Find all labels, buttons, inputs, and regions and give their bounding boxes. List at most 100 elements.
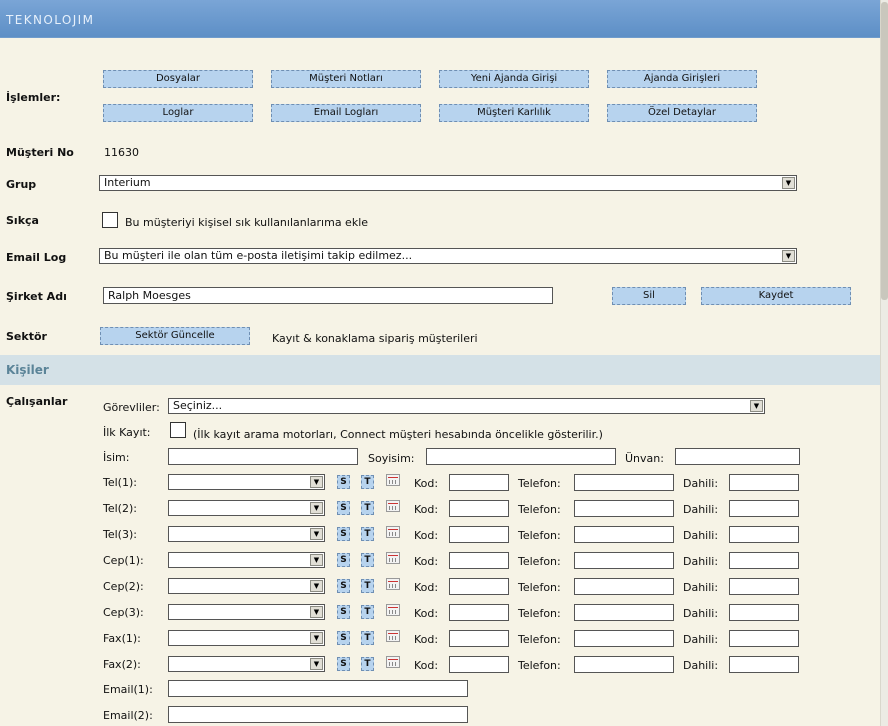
calendar-icon[interactable] <box>386 552 400 564</box>
telefon-input[interactable] <box>574 604 674 621</box>
grup-select-value: Interium <box>104 176 151 189</box>
calendar-icon[interactable] <box>386 604 400 616</box>
telefon-input[interactable] <box>574 630 674 647</box>
phone-type-select[interactable]: ▼ <box>168 604 325 620</box>
dahili-input[interactable] <box>729 552 799 569</box>
calendar-icon[interactable] <box>386 526 400 538</box>
telefon-input[interactable] <box>574 552 674 569</box>
t-button[interactable]: T <box>361 553 374 567</box>
unvan-input[interactable] <box>675 448 800 465</box>
chevron-down-icon[interactable]: ▼ <box>310 502 323 514</box>
s-button[interactable]: S <box>337 501 350 515</box>
kod-input[interactable] <box>449 578 509 595</box>
sektor-value: Kayıt & konaklama sipariş müşterileri <box>272 332 478 345</box>
save-button[interactable]: Kaydet <box>701 287 851 305</box>
ozel-detaylar-button[interactable]: Özel Detaylar <box>607 104 757 122</box>
phone-type-select[interactable]: ▼ <box>168 656 325 672</box>
calendar-icon[interactable] <box>386 656 400 668</box>
kod-input[interactable] <box>449 474 509 491</box>
calendar-icon[interactable] <box>386 630 400 642</box>
s-button[interactable]: S <box>337 657 350 671</box>
gorevliler-select[interactable]: Seçiniz... ▼ <box>168 398 765 414</box>
kod-label: Kod: <box>414 529 439 542</box>
musteri-karlilik-button[interactable]: Müşteri Karlılık <box>439 104 589 122</box>
phone-type-select[interactable]: ▼ <box>168 552 325 568</box>
t-button[interactable]: T <box>361 579 374 593</box>
calendar-icon[interactable] <box>386 578 400 590</box>
kod-input[interactable] <box>449 656 509 673</box>
dahili-input[interactable] <box>729 656 799 673</box>
dahili-input[interactable] <box>729 604 799 621</box>
email-1-input[interactable] <box>168 680 468 697</box>
dahili-label: Dahili: <box>683 659 719 672</box>
calendar-icon[interactable] <box>386 474 400 486</box>
chevron-down-icon[interactable]: ▼ <box>310 606 323 618</box>
t-button[interactable]: T <box>361 605 374 619</box>
company-name-input[interactable]: Ralph Moesges <box>103 287 553 304</box>
chevron-down-icon[interactable]: ▼ <box>310 580 323 592</box>
phone-type-select[interactable]: ▼ <box>168 500 325 516</box>
chevron-down-icon[interactable]: ▼ <box>310 658 323 670</box>
phone-type-select[interactable]: ▼ <box>168 630 325 646</box>
dahili-label: Dahili: <box>683 607 719 620</box>
isim-input[interactable] <box>168 448 358 465</box>
kod-input[interactable] <box>449 630 509 647</box>
musteri-notlari-button[interactable]: Müşteri Notları <box>271 70 421 88</box>
chevron-down-icon[interactable]: ▼ <box>750 400 763 412</box>
email-log-label: Email Log <box>6 251 67 264</box>
delete-button[interactable]: Sil <box>612 287 686 305</box>
dahili-input[interactable] <box>729 630 799 647</box>
telefon-input[interactable] <box>574 500 674 517</box>
s-button[interactable]: S <box>337 579 350 593</box>
favorite-checkbox[interactable] <box>102 212 118 228</box>
chevron-down-icon[interactable]: ▼ <box>782 177 795 189</box>
kod-input[interactable] <box>449 500 509 517</box>
soyisim-input[interactable] <box>426 448 616 465</box>
yeni-ajanda-girisi-button[interactable]: Yeni Ajanda Girişi <box>439 70 589 88</box>
ilk-kayit-checkbox[interactable] <box>170 422 186 438</box>
t-button[interactable]: T <box>361 527 374 541</box>
t-button[interactable]: T <box>361 657 374 671</box>
dahili-input[interactable] <box>729 500 799 517</box>
telefon-input[interactable] <box>574 474 674 491</box>
kod-input[interactable] <box>449 552 509 569</box>
musteri-no-value: 11630 <box>104 146 139 159</box>
s-button[interactable]: S <box>337 553 350 567</box>
chevron-down-icon[interactable]: ▼ <box>310 554 323 566</box>
email-2-input[interactable] <box>168 706 468 723</box>
ajanda-girisleri-button[interactable]: Ajanda Girişleri <box>607 70 757 88</box>
s-button[interactable]: S <box>337 605 350 619</box>
dahili-input[interactable] <box>729 578 799 595</box>
kod-input[interactable] <box>449 526 509 543</box>
kod-input[interactable] <box>449 604 509 621</box>
dahili-input[interactable] <box>729 474 799 491</box>
s-button[interactable]: S <box>337 631 350 645</box>
phone-label: Cep(2): <box>103 580 144 593</box>
grup-select[interactable]: Interium ▼ <box>99 175 797 191</box>
t-button[interactable]: T <box>361 631 374 645</box>
phone-type-select[interactable]: ▼ <box>168 578 325 594</box>
kod-label: Kod: <box>414 477 439 490</box>
phone-type-select[interactable]: ▼ <box>168 474 325 490</box>
telefon-input[interactable] <box>574 656 674 673</box>
chevron-down-icon[interactable]: ▼ <box>310 476 323 488</box>
phone-label: Tel(3): <box>103 528 137 541</box>
sektor-guncelle-button[interactable]: Sektör Güncelle <box>100 327 250 345</box>
chevron-down-icon[interactable]: ▼ <box>310 528 323 540</box>
telefon-input[interactable] <box>574 578 674 595</box>
calendar-icon[interactable] <box>386 500 400 512</box>
email-loglari-button[interactable]: Email Logları <box>271 104 421 122</box>
telefon-input[interactable] <box>574 526 674 543</box>
chevron-down-icon[interactable]: ▼ <box>310 632 323 644</box>
s-button[interactable]: S <box>337 475 350 489</box>
scrollbar-thumb[interactable] <box>881 2 888 300</box>
dahili-input[interactable] <box>729 526 799 543</box>
email-log-select[interactable]: Bu müşteri ile olan tüm e-posta iletişim… <box>99 248 797 264</box>
t-button[interactable]: T <box>361 475 374 489</box>
dosyalar-button[interactable]: Dosyalar <box>103 70 253 88</box>
s-button[interactable]: S <box>337 527 350 541</box>
t-button[interactable]: T <box>361 501 374 515</box>
loglar-button[interactable]: Loglar <box>103 104 253 122</box>
chevron-down-icon[interactable]: ▼ <box>782 250 795 262</box>
phone-type-select[interactable]: ▼ <box>168 526 325 542</box>
